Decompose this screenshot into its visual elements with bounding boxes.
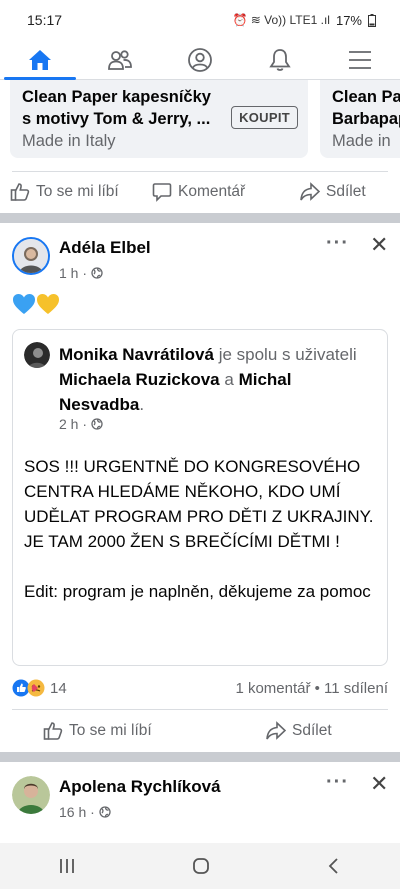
status-time: 15:17 [27,12,63,28]
home-icon [29,49,51,70]
and-text: a [224,370,234,389]
status-icons: ⏰ ≋ Vo)) LTE1 .ıl [232,13,330,27]
top-nav [0,40,400,80]
product-title: Clean Pa [332,88,400,106]
profile-icon [188,47,212,72]
buy-button[interactable]: KOUPIT [231,106,298,129]
shared-post-meta: 2 h · [59,416,103,432]
tagged-user[interactable]: Michaela Ruzickova [59,370,220,389]
thumbs-up-icon [43,722,63,740]
more-options-button[interactable]: ··· [326,771,349,794]
share-button[interactable]: Sdílet [266,721,332,741]
post-meta: 1 h · [59,265,103,281]
action-row: To se mi líbí Sdílet [0,711,400,751]
yellow-heart-icon [37,294,59,314]
nav-menu[interactable] [320,40,400,79]
globe-icon [91,267,103,279]
comment-icon [152,183,172,202]
author-photo [12,776,50,814]
share-icon [266,721,286,740]
shared-author-photo [24,342,50,368]
product-origin: Made in Italy [22,132,116,150]
like-reaction-icon [12,679,45,697]
product-card[interactable]: Clean Paper kapesníčky s motivy Tom & Je… [10,80,308,158]
share-button[interactable]: Sdílet [300,182,366,202]
close-icon[interactable]: ✕ [370,771,388,797]
shared-post-time: 2 h · [59,416,88,432]
like-label: To se mi líbí [36,183,119,200]
period-text: . [139,395,145,414]
blue-heart-icon [13,294,35,314]
shared-post-edit: Edit: program je naplněn, děkujeme za po… [24,582,371,601]
shared-post-text: SOS !!! URGENTNĚ DO KONGRESOVÉHO CENTRA … [24,454,379,604]
post-author[interactable]: Apolena Rychlíková [59,777,221,797]
with-text: je spolu s uživateli [218,345,357,364]
close-icon[interactable]: ✕ [370,232,388,258]
post-author[interactable]: Adéla Elbel [59,238,151,258]
post-time: 1 h · [59,265,88,281]
menu-icon [349,50,371,69]
avatar[interactable] [12,237,50,275]
globe-icon [99,806,111,818]
reaction-count-button[interactable]: 14 [12,679,67,697]
shared-author[interactable]: Monika Navrátilová [59,345,214,364]
share-label: Sdílet [292,722,332,739]
comment-button[interactable]: Komentář [152,182,245,202]
comment-label: Komentář [178,183,246,200]
product-origin: Made in [332,132,391,150]
share-icon [300,182,320,201]
nav-profile[interactable] [160,40,240,79]
back-icon[interactable] [326,857,342,875]
share-label: Sdílet [326,183,366,200]
friends-icon [108,49,132,70]
author-photo [14,239,48,273]
post-meta: 16 h · [59,804,111,820]
status-bar: 15:17 ⏰ ≋ Vo)) LTE1 .ıl 17% [0,0,400,40]
like-button[interactable]: To se mi líbí [43,721,152,741]
like-button[interactable]: To se mi líbí [10,182,119,202]
product-title-line2: Barbapap [332,110,400,128]
nav-home[interactable] [0,40,80,80]
battery-level: 17% [335,12,362,28]
divider [12,709,388,710]
post-time: 16 h · [59,804,95,820]
comments-shares-count[interactable]: 1 komentář • 11 sdílení [235,680,388,697]
avatar[interactable] [12,776,50,814]
home-button-icon[interactable] [191,856,211,876]
shared-avatar[interactable] [24,342,50,368]
action-row: To se mi líbí Komentář Sdílet [0,172,400,212]
product-carousel: Clean Paper kapesníčky s motivy Tom & Je… [0,80,400,160]
post-emoji [12,293,60,315]
more-options-button[interactable]: ··· [326,232,349,255]
product-title: Clean Paper kapesníčky [22,88,211,106]
reactions-summary: 14 1 komentář • 11 sdílení [12,677,388,699]
status-indicators: ⏰ ≋ Vo)) LTE1 .ıl 17% [232,12,376,28]
battery-icon [368,13,376,27]
post-separator [0,752,400,762]
recent-apps-icon[interactable] [58,857,76,875]
product-card[interactable]: Clean Pa Barbapap Made in [320,80,400,158]
reaction-count: 14 [50,679,67,697]
shared-post-header: Monika Navrátilová je spolu s uživateli … [59,342,375,417]
system-nav-bar [0,843,400,889]
nav-notifications[interactable] [240,40,320,79]
shared-post[interactable]: Monika Navrátilová je spolu s uživateli … [12,329,388,666]
bell-icon [269,48,291,71]
globe-icon [91,418,103,430]
thumbs-up-icon [10,183,30,201]
post-separator [0,213,400,223]
shared-post-paragraph: SOS !!! URGENTNĚ DO KONGRESOVÉHO CENTRA … [24,457,374,551]
like-label: To se mi líbí [69,722,152,739]
nav-friends[interactable] [80,40,160,79]
